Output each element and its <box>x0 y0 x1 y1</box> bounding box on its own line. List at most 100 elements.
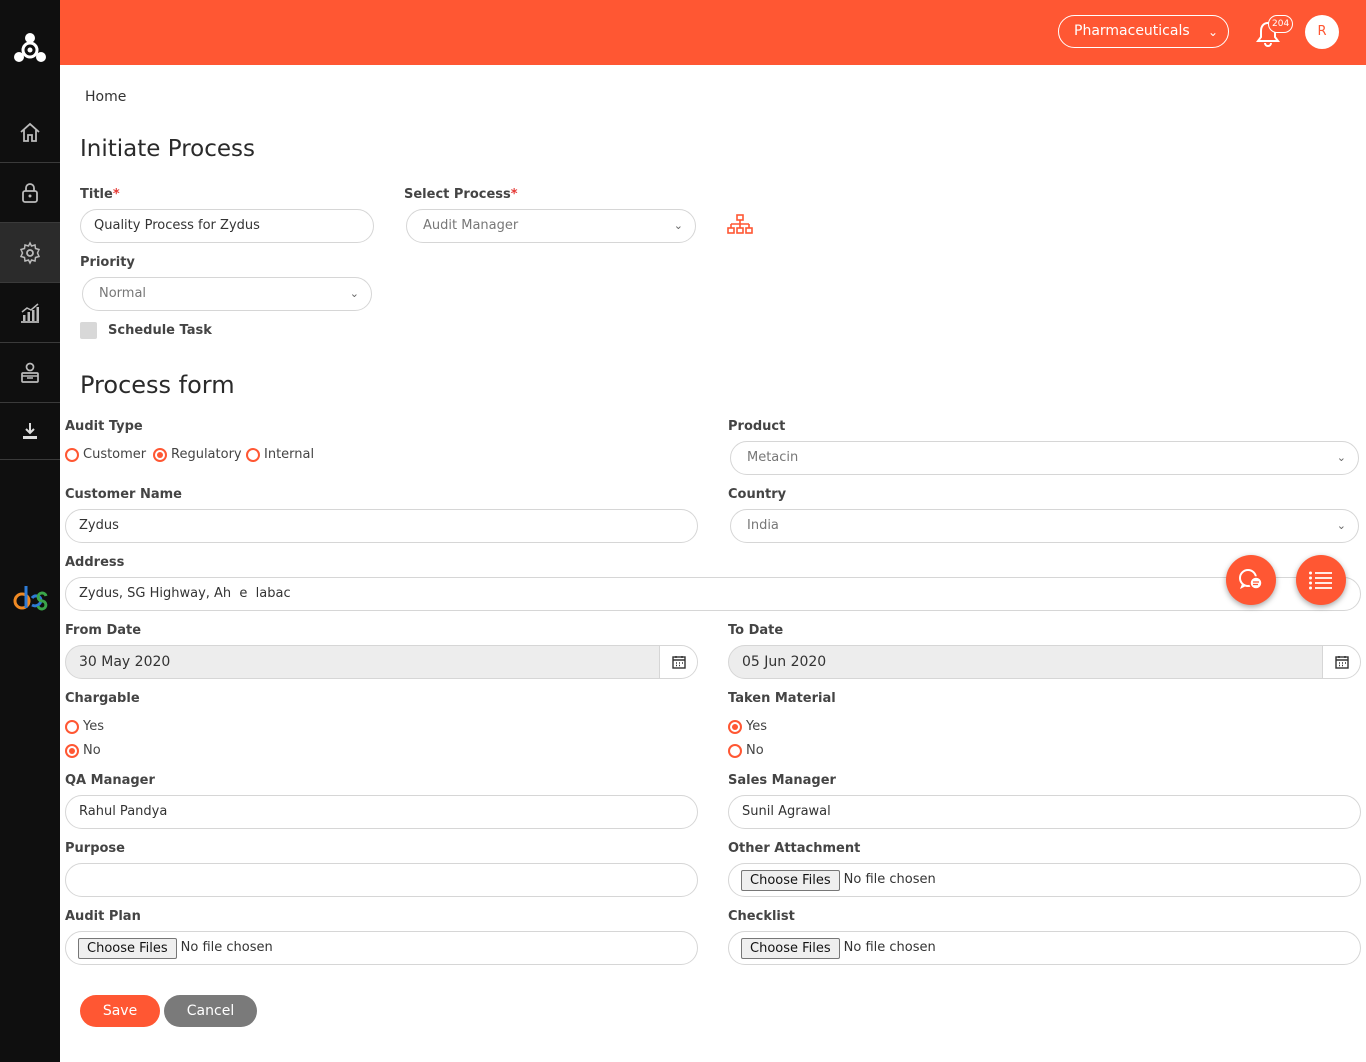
title-input[interactable]: Quality Process for Zydus <box>80 209 374 243</box>
radio-chargable-no[interactable]: No <box>65 743 101 758</box>
address-input[interactable]: Zydus, SG Highway, Ah e labac <box>65 577 1361 611</box>
to-date-input[interactable]: 05 Jun 2020 <box>728 645 1361 679</box>
qa-manager-input[interactable]: Rahul Pandya <box>65 795 698 829</box>
file-status: No file chosen <box>843 940 936 955</box>
radio-dot[interactable] <box>65 447 79 462</box>
radio-audit-customer[interactable]: Customer <box>65 447 146 462</box>
calendar-icon[interactable] <box>1322 646 1360 678</box>
choose-files-button[interactable]: Choose Files <box>741 869 840 891</box>
calendar-icon[interactable] <box>659 646 697 678</box>
choose-files-button[interactable]: Choose Files <box>78 937 177 959</box>
product-label: Product <box>728 419 786 434</box>
task-list-button[interactable] <box>1296 555 1346 605</box>
country-value: India <box>747 518 779 533</box>
audit-plan-label: Audit Plan <box>65 909 141 924</box>
radio-label: Yes <box>83 719 104 734</box>
sidebar <box>0 0 60 1062</box>
radio-chargable-yes[interactable]: Yes <box>65 719 104 734</box>
select-process-dropdown[interactable]: Audit Manager ⌄ <box>406 209 696 243</box>
cancel-button[interactable]: Cancel <box>164 995 257 1027</box>
audit-type-label: Audit Type <box>65 419 143 434</box>
radio-taken-material-yes[interactable]: Yes <box>728 719 767 734</box>
to-date-value: 05 Jun 2020 <box>742 654 827 670</box>
radio-dot[interactable] <box>153 447 167 462</box>
radio-label: Customer <box>83 447 147 462</box>
home-icon <box>20 122 40 142</box>
address-label: Address <box>65 555 125 570</box>
customer-name-input[interactable]: Zydus <box>65 509 698 543</box>
radio-dot[interactable] <box>728 719 742 734</box>
country-dropdown[interactable]: India ⌄ <box>730 509 1359 543</box>
radio-label: No <box>83 743 101 758</box>
product-dropdown[interactable]: Metacin ⌄ <box>730 441 1359 475</box>
from-date-input[interactable]: 30 May 2020 <box>65 645 698 679</box>
priority-dropdown[interactable]: Normal ⌄ <box>82 277 372 311</box>
checklist-file-input[interactable]: Choose Files No file chosen <box>728 931 1361 965</box>
other-attachment-label: Other Attachment <box>728 841 861 856</box>
audit-plan-file-input[interactable]: Choose Files No file chosen <box>65 931 698 965</box>
brand-logo-icon <box>12 582 50 618</box>
nav-home[interactable] <box>0 103 60 163</box>
from-date-value: 30 May 2020 <box>79 654 171 670</box>
country-label: Country <box>728 487 787 502</box>
list-icon <box>1309 571 1332 590</box>
radio-dot[interactable] <box>246 447 260 462</box>
radio-audit-regulatory[interactable]: Regulatory <box>153 447 242 462</box>
chevron-down-icon: ⌄ <box>673 219 683 232</box>
purpose-label: Purpose <box>65 841 125 856</box>
product-value: Metacin <box>747 450 799 465</box>
checkbox-box[interactable] <box>80 322 97 339</box>
priority-label: Priority <box>80 255 135 270</box>
chevron-down-icon: ⌄ <box>349 287 359 300</box>
priority-value: Normal <box>99 286 147 301</box>
radio-label: Regulatory <box>171 447 242 462</box>
chevron-down-icon: ⌄ <box>1336 451 1346 464</box>
nav-download[interactable] <box>0 403 60 460</box>
file-status: No file chosen <box>180 940 273 955</box>
radio-audit-internal[interactable]: Internal <box>246 447 314 462</box>
chargable-label: Chargable <box>65 691 140 706</box>
chat-icon <box>1239 569 1263 590</box>
nav-reports[interactable] <box>0 283 60 343</box>
choose-files-button[interactable]: Choose Files <box>741 937 840 959</box>
schedule-task-checkbox[interactable]: Schedule Task <box>80 322 212 339</box>
hierarchy-icon[interactable] <box>727 214 753 236</box>
chevron-down-icon: ⌄ <box>1207 25 1218 39</box>
sales-manager-input[interactable]: Sunil Agrawal <box>728 795 1361 829</box>
other-attachment-file-input[interactable]: Choose Files No file chosen <box>728 863 1361 897</box>
checklist-label: Checklist <box>728 909 795 924</box>
app-logo-icon[interactable] <box>0 22 60 78</box>
purpose-input[interactable] <box>65 863 698 897</box>
radio-label: No <box>746 743 764 758</box>
radio-label: Yes <box>746 719 767 734</box>
nav-settings[interactable] <box>0 223 60 283</box>
from-date-label: From Date <box>65 623 142 638</box>
chart-icon <box>21 302 39 323</box>
notification-badge: 204 <box>1268 15 1294 33</box>
process-form-title: Process form <box>80 371 235 399</box>
gear-icon <box>19 240 41 265</box>
nav-security[interactable] <box>0 163 60 223</box>
save-button[interactable]: Save <box>80 995 160 1027</box>
top-header: Pharmaceuticals ⌄ 204 R <box>60 0 1366 65</box>
file-status: No file chosen <box>843 872 936 887</box>
radio-taken-material-no[interactable]: No <box>728 743 764 758</box>
organization-select[interactable]: Pharmaceuticals ⌄ <box>1058 15 1229 48</box>
organization-select-value: Pharmaceuticals <box>1074 23 1190 39</box>
select-process-label: Select Process* <box>404 187 518 202</box>
to-date-label: To Date <box>728 623 784 638</box>
chat-button[interactable] <box>1226 555 1276 605</box>
sales-manager-label: Sales Manager <box>728 773 836 788</box>
customer-name-label: Customer Name <box>65 487 182 502</box>
title-label: Title* <box>80 187 120 202</box>
select-process-value: Audit Manager <box>423 218 519 233</box>
breadcrumb[interactable]: Home <box>85 89 126 105</box>
radio-dot[interactable] <box>728 743 742 758</box>
radio-label: Internal <box>264 447 315 462</box>
nav-admin[interactable] <box>0 343 60 403</box>
radio-dot[interactable] <box>65 743 79 758</box>
user-admin-icon <box>21 362 39 383</box>
avatar[interactable]: R <box>1305 15 1339 49</box>
page-title: Initiate Process <box>80 136 255 162</box>
radio-dot[interactable] <box>65 719 79 734</box>
